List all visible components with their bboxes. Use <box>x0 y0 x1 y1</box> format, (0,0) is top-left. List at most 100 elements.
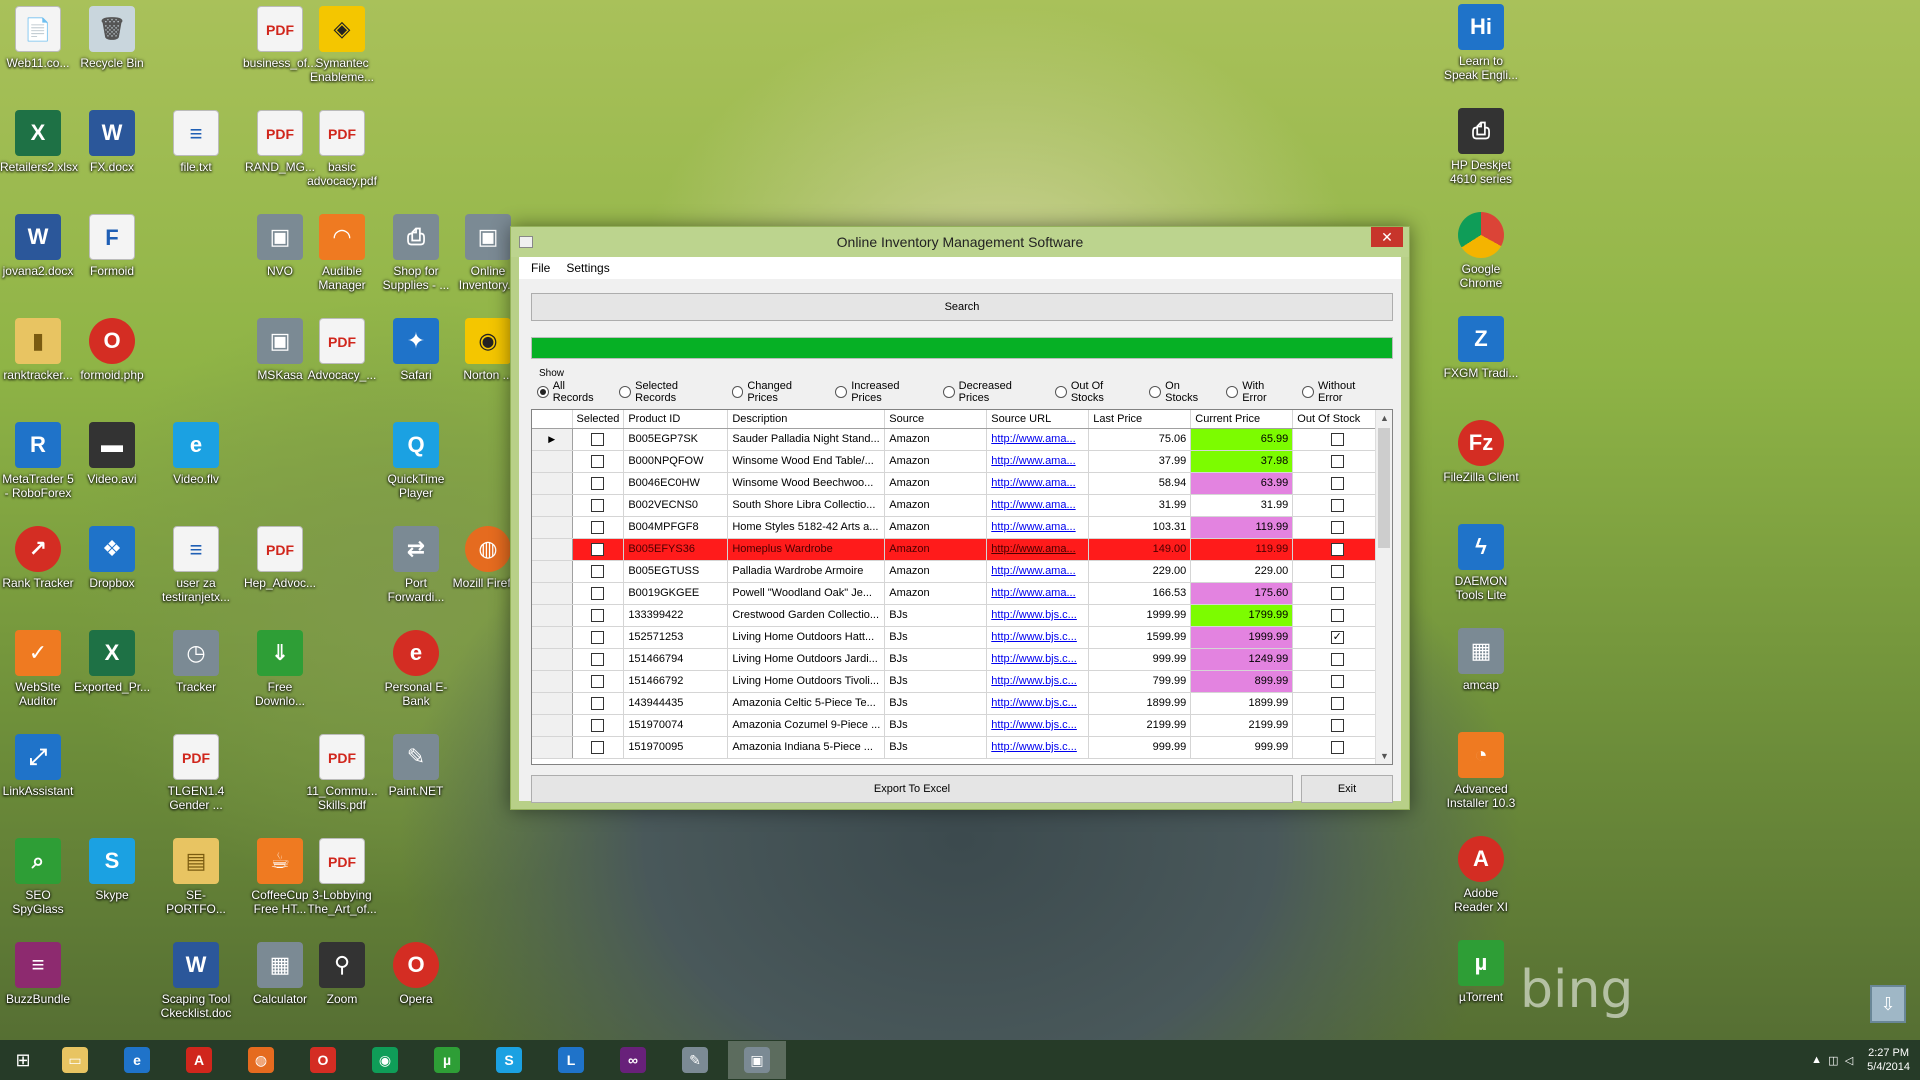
checkbox[interactable]: ✓ <box>1330 630 1344 644</box>
column-header[interactable]: Source URL <box>986 410 1090 429</box>
out-of-stock-checkbox-cell[interactable] <box>1292 428 1383 451</box>
radio-dot[interactable] <box>1055 386 1067 398</box>
desktop-icon[interactable]: ◠ Audible Manager <box>304 214 380 292</box>
desktop-icon[interactable]: Z FXGM Tradi... <box>1443 316 1519 380</box>
taskbar-adobe-acrobat-button[interactable]: A <box>170 1041 228 1079</box>
desktop-icon[interactable]: ϟ DAEMON Tools Lite <box>1443 524 1519 602</box>
radio-decreased-prices[interactable]: Decreased Prices <box>942 380 1043 404</box>
desktop-icon[interactable]: Fz FileZilla Client <box>1443 420 1519 484</box>
desktop-icon[interactable]: ≡ user za testiranjetx... <box>158 526 234 604</box>
out-of-stock-checkbox-cell[interactable] <box>1292 604 1383 627</box>
checkbox[interactable] <box>591 696 605 710</box>
table-row[interactable]: B002VECNS0 South Shore Libra Collectio...… <box>532 494 1383 517</box>
column-header[interactable]: Last Price <box>1088 410 1192 429</box>
table-row[interactable]: B0046EC0HW Winsome Wood Beechwoo... Amazon… <box>532 472 1383 495</box>
exit-button[interactable]: Exit <box>1301 775 1393 803</box>
desktop-icon[interactable]: ≡ file.txt <box>158 110 234 174</box>
column-header[interactable]: Product ID <box>623 410 729 429</box>
source-url-link[interactable]: http://www.bjs.c... <box>986 714 1090 737</box>
desktop-icon[interactable]: ❖ Dropbox <box>74 526 150 590</box>
selected-checkbox-cell[interactable] <box>572 736 625 759</box>
taskbar-visual-studio-button[interactable]: ∞ <box>604 1041 662 1079</box>
desktop-icon[interactable]: ▬ Video.avi <box>74 422 150 486</box>
checkbox[interactable] <box>591 432 605 446</box>
column-header[interactable]: Current Price <box>1190 410 1294 429</box>
desktop-icon[interactable]: Q QuickTime Player <box>378 422 454 500</box>
selected-checkbox-cell[interactable] <box>572 648 625 671</box>
table-row[interactable]: 151466792 Living Home Outdoors Tivoli... B… <box>532 670 1383 693</box>
taskbar-chrome-button[interactable]: ◉ <box>356 1041 414 1079</box>
desktop-icon[interactable]: 🗑 Recycle Bin <box>74 6 150 70</box>
desktop-icon[interactable]: Google Chrome <box>1443 212 1519 290</box>
desktop-icon[interactable]: W Scaping Tool Ckecklist.doc <box>158 942 234 1020</box>
checkbox[interactable] <box>1330 608 1344 622</box>
selected-checkbox-cell[interactable] <box>572 472 625 495</box>
menu-settings[interactable]: Settings <box>558 261 617 275</box>
out-of-stock-checkbox-cell[interactable] <box>1292 450 1383 473</box>
table-row[interactable]: B004MPFGF8 Home Styles 5182-42 Arts a... A… <box>532 516 1383 539</box>
taskbar-internet-explorer-button[interactable]: e <box>108 1041 166 1079</box>
source-url-link[interactable]: http://www.bjs.c... <box>986 626 1090 649</box>
selected-checkbox-cell[interactable] <box>572 670 625 693</box>
checkbox[interactable] <box>591 498 605 512</box>
desktop-icon[interactable]: ⚲ Zoom <box>304 942 380 1006</box>
out-of-stock-checkbox-cell[interactable]: ✓ <box>1292 626 1383 649</box>
desktop-icon[interactable]: ◈ Symantec Enableme... <box>304 6 380 84</box>
out-of-stock-checkbox-cell[interactable] <box>1292 560 1383 583</box>
radio-dot[interactable] <box>942 386 955 398</box>
scroll-down-icon[interactable]: ▼ <box>1376 748 1392 764</box>
checkbox[interactable] <box>1330 454 1344 468</box>
column-header[interactable]: Selected <box>572 410 625 429</box>
checkbox[interactable] <box>591 542 605 556</box>
desktop-icon[interactable]: ≡ BuzzBundle <box>0 942 76 1006</box>
desktop-icon[interactable]: e Video.flv <box>158 422 234 486</box>
radio-with-error[interactable]: With Error <box>1226 380 1290 404</box>
radio-on-stocks[interactable]: On Stocks <box>1149 380 1214 404</box>
source-url-link[interactable]: http://www.ama... <box>986 582 1090 605</box>
selected-checkbox-cell[interactable] <box>572 626 625 649</box>
checkbox[interactable] <box>1330 696 1344 710</box>
checkbox[interactable] <box>591 586 605 600</box>
selected-checkbox-cell[interactable] <box>572 692 625 715</box>
desktop-icon[interactable]: ⇄ Port Forwardi... <box>378 526 454 604</box>
desktop-icon[interactable]: ◔ Advanced Installer 10.3 <box>1443 732 1519 810</box>
desktop-icon[interactable]: Hi Learn to Speak Engli... <box>1443 4 1519 82</box>
desktop-icon[interactable]: µ µTorrent <box>1443 940 1519 1004</box>
radio-dot[interactable] <box>1302 386 1315 398</box>
column-header[interactable]: Source <box>884 410 988 429</box>
table-row[interactable]: 151970095 Amazonia Indiana 5-Piece ... BJs… <box>532 736 1383 759</box>
table-row[interactable]: 133399422 Crestwood Garden Collectio... BJ… <box>532 604 1383 627</box>
source-url-link[interactable]: http://www.ama... <box>986 538 1090 561</box>
source-url-link[interactable]: http://www.ama... <box>986 494 1090 517</box>
desktop-icon[interactable]: ⌕ SEO SpyGlass <box>0 838 76 916</box>
table-row[interactable]: 151466794 Living Home Outdoors Jardi... BJ… <box>532 648 1383 671</box>
out-of-stock-checkbox-cell[interactable] <box>1292 582 1383 605</box>
taskbar-paint-button[interactable]: ✎ <box>666 1041 724 1079</box>
table-row[interactable]: B005EFYS36 Homeplus Wardrobe Amazon http://… <box>532 538 1383 561</box>
scroll-up-icon[interactable]: ▲ <box>1376 410 1392 426</box>
taskbar-utorrent-button[interactable]: µ <box>418 1041 476 1079</box>
desktop-icon[interactable]: PDF Hep_Advoc... <box>242 526 318 590</box>
desktop-icon[interactable]: ✎ Paint.NET <box>378 734 454 798</box>
checkbox[interactable] <box>591 630 605 644</box>
desktop-icon[interactable]: ◷ Tracker <box>158 630 234 694</box>
desktop-icon[interactable]: X Retailers2.xlsx <box>0 110 78 174</box>
checkbox[interactable] <box>1330 652 1344 666</box>
menu-file[interactable]: File <box>523 261 558 275</box>
desktop-icon[interactable]: ✦ Safari <box>378 318 454 382</box>
out-of-stock-checkbox-cell[interactable] <box>1292 516 1383 539</box>
desktop-icon[interactable]: Oformoid.php <box>74 318 150 382</box>
tray-volume-icon[interactable]: ◁ <box>1845 1054 1853 1067</box>
source-url-link[interactable]: http://www.ama... <box>986 560 1090 583</box>
taskbar-opera-button[interactable]: O <box>294 1041 352 1079</box>
out-of-stock-checkbox-cell[interactable] <box>1292 472 1383 495</box>
out-of-stock-checkbox-cell[interactable] <box>1292 736 1383 759</box>
taskbar-skype-button[interactable]: S <box>480 1041 538 1079</box>
checkbox[interactable] <box>1330 674 1344 688</box>
radio-selected-records[interactable]: Selected Records <box>619 380 719 404</box>
taskbar-firefox-button[interactable]: ◍ <box>232 1041 290 1079</box>
selected-checkbox-cell[interactable] <box>572 494 625 517</box>
show-desktop-icon[interactable]: ⇩ <box>1870 985 1906 1023</box>
out-of-stock-checkbox-cell[interactable] <box>1292 494 1383 517</box>
checkbox[interactable] <box>591 564 605 578</box>
